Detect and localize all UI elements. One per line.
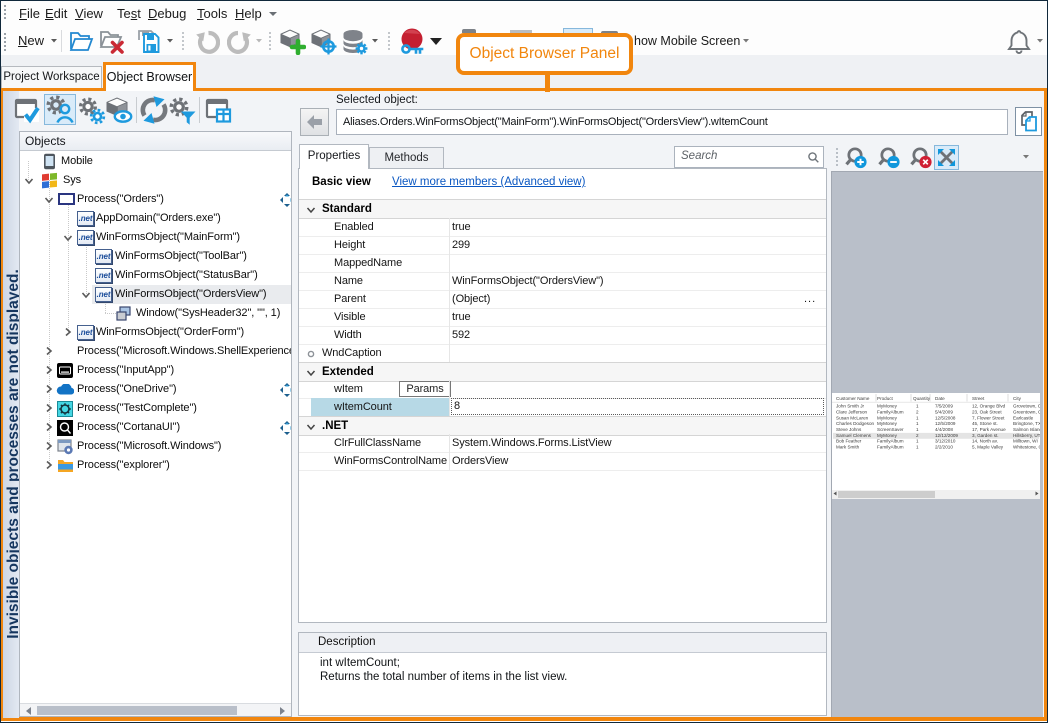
svg-text:Product: Product xyxy=(877,396,894,401)
svg-text:Bringtone, TX: Bringtone, TX xyxy=(1013,421,1040,426)
svg-text:Milltown, WI: Milltown, WI xyxy=(1013,439,1038,444)
svg-text:Susan McLaren: Susan McLaren xyxy=(836,415,869,420)
svg-text:2: 2 xyxy=(916,409,919,414)
svg-text:Charles Dodgeson: Charles Dodgeson xyxy=(836,421,874,426)
svg-text:ScreenSaver: ScreenSaver xyxy=(877,427,904,432)
svg-text:Street: Street xyxy=(972,396,985,401)
svg-text:3/12/2010: 3/12/2010 xyxy=(935,439,956,444)
svg-text:Bob Feather: Bob Feather xyxy=(836,439,862,444)
svg-text:Clare Jefferson: Clare Jefferson xyxy=(836,409,868,414)
svg-text:MyMoney: MyMoney xyxy=(877,415,898,420)
svg-text:MyMoney: MyMoney xyxy=(877,404,898,409)
svg-text:7/5/2009: 7/5/2009 xyxy=(935,404,953,409)
svg-text:Quantity: Quantity xyxy=(913,396,931,401)
svg-text:MyMoney: MyMoney xyxy=(877,421,898,426)
svg-text:5/4/2009: 5/4/2009 xyxy=(935,409,953,414)
svg-text:1: 1 xyxy=(916,415,919,420)
svg-text:23, Oak Street: 23, Oak Street xyxy=(972,409,1002,414)
svg-text:7, Flower Street: 7, Flower Street xyxy=(972,415,1005,420)
svg-text:FamilyAlbum: FamilyAlbum xyxy=(877,409,904,414)
svg-text:Customer Name: Customer Name xyxy=(836,396,870,401)
svg-text:12, Orange Blvd: 12, Orange Blvd xyxy=(972,404,1006,409)
svg-text:2/2/2010: 2/2/2010 xyxy=(935,445,953,450)
svg-text:14, North av.: 14, North av. xyxy=(972,439,998,444)
svg-text:Hillsberry, UT: Hillsberry, UT xyxy=(1013,433,1040,438)
svg-text:12/12/2009: 12/12/2009 xyxy=(935,433,958,438)
svg-text:Date: Date xyxy=(935,396,945,401)
svg-text:12/5/2009: 12/5/2009 xyxy=(935,421,956,426)
svg-text:12/5/2008: 12/5/2008 xyxy=(935,415,956,420)
svg-text:45, Stone st.: 45, Stone st. xyxy=(972,421,998,426)
svg-text:Mark Smith: Mark Smith xyxy=(836,445,860,450)
svg-text:2: 2 xyxy=(916,433,919,438)
svg-text:1: 1 xyxy=(916,427,919,432)
svg-text:Grovetown, CA: Grovetown, CA xyxy=(1013,404,1040,409)
svg-text:3, Garden st.: 3, Garden st. xyxy=(972,433,999,438)
svg-text:Salmon Island: Salmon Island xyxy=(1013,427,1040,432)
svg-text:1: 1 xyxy=(916,421,919,426)
svg-text:5, Maple Valley: 5, Maple Valley xyxy=(972,445,1004,450)
svg-text:FamilyAlbum: FamilyAlbum xyxy=(877,445,904,450)
svg-text:MyMoney: MyMoney xyxy=(877,433,898,438)
svg-text:John Smith Jr: John Smith Jr xyxy=(836,404,865,409)
svg-text:Greentown, CA: Greentown, CA xyxy=(1013,409,1040,414)
svg-text:Earlcastle: Earlcastle xyxy=(1013,415,1034,420)
svg-text:FamilyAlbum: FamilyAlbum xyxy=(877,439,904,444)
svg-text:1: 1 xyxy=(916,439,919,444)
svg-text:4/4/2008: 4/4/2008 xyxy=(935,427,953,432)
svg-text:City: City xyxy=(1013,396,1022,401)
svg-text:Whitestone, Onta: Whitestone, Onta xyxy=(1013,445,1040,450)
svg-text:Steve Johns: Steve Johns xyxy=(836,427,862,432)
svg-text:Samuel Clemens: Samuel Clemens xyxy=(836,433,872,438)
svg-text:1: 1 xyxy=(916,404,919,409)
svg-text:17, Park Avenue: 17, Park Avenue xyxy=(972,427,1006,432)
svg-text:1: 1 xyxy=(916,445,919,450)
